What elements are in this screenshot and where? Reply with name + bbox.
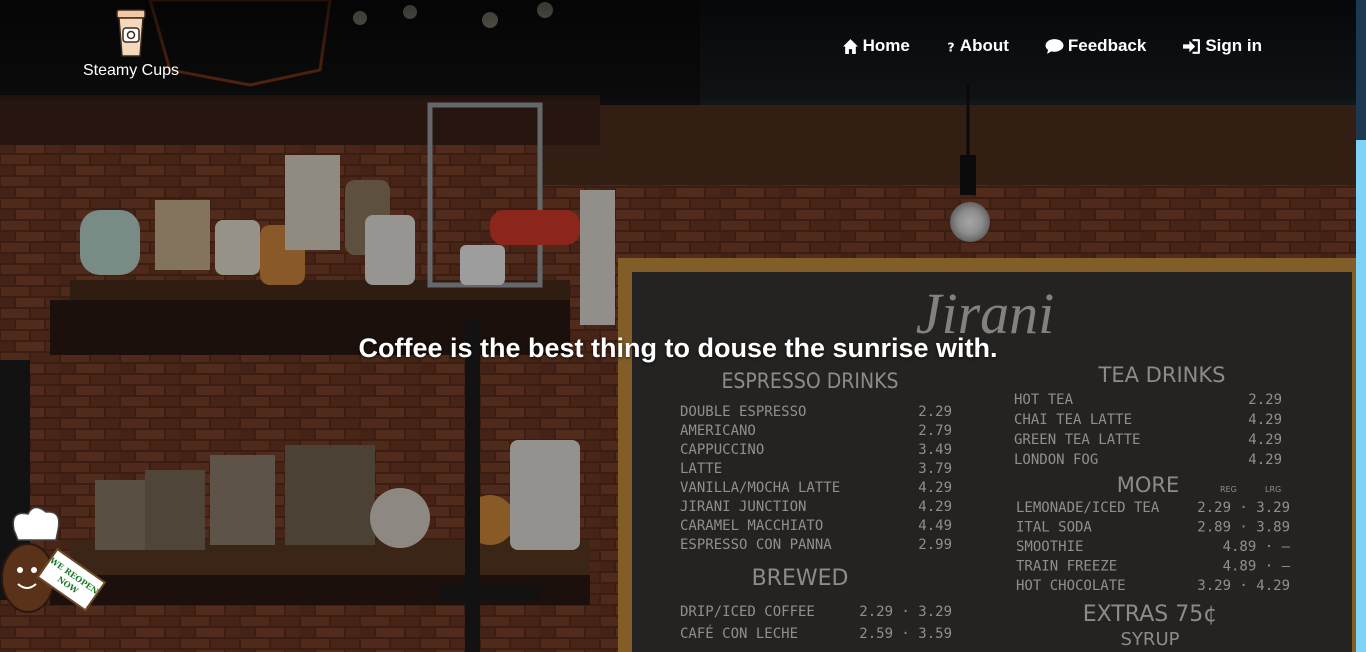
coffee-cup-icon (116, 9, 146, 57)
comment-icon (1045, 38, 1064, 54)
chef-bean-mascot-icon[interactable]: WE REOPEN NOW (0, 500, 110, 620)
nav-home-label: Home (862, 36, 910, 55)
nav-feedback-label: Feedback (1067, 36, 1147, 55)
brand-name: Steamy Cups (82, 62, 180, 79)
sign-in-icon (1183, 38, 1201, 54)
hero-section: Jirani ESPRESSO DRINKS TEA DRINKS DOUBLE… (0, 0, 1356, 652)
hero-tagline: Coffee is the best thing to douse the su… (358, 333, 998, 363)
question-icon: ? (947, 39, 954, 54)
nav-about-label: About (959, 36, 1009, 55)
home-icon (842, 38, 858, 54)
nav-about[interactable]: ? About (946, 36, 1009, 56)
scrollbar-thumb[interactable] (1356, 140, 1366, 652)
page-scrollbar[interactable] (1356, 0, 1366, 652)
brand[interactable]: Steamy Cups (72, 8, 190, 80)
nav-home[interactable]: Home (842, 36, 910, 56)
nav-feedback[interactable]: Feedback (1045, 36, 1146, 56)
main-nav: Home ? About Feedback Sign in (842, 36, 1262, 56)
svg-text:?: ? (947, 39, 954, 54)
nav-sign-in-label: Sign in (1205, 36, 1262, 55)
nav-sign-in[interactable]: Sign in (1182, 36, 1262, 56)
